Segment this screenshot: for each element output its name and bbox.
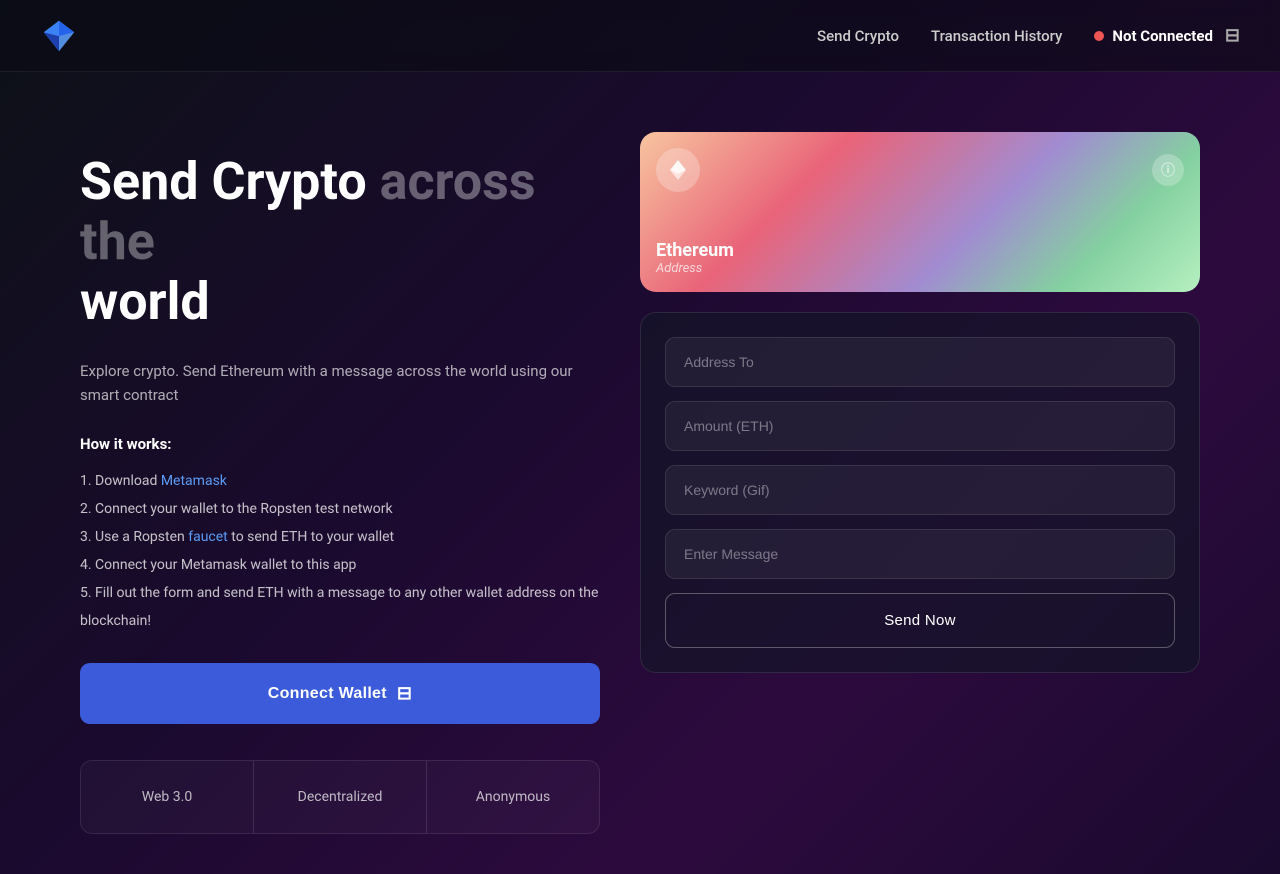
info-badge: ⓘ	[1152, 154, 1184, 186]
navbar: Send Crypto Transaction History Not Conn…	[0, 0, 1280, 72]
list-item: 4. Connect your Metamask wallet to this …	[80, 551, 600, 579]
feature-web3: Web 3.0	[81, 761, 254, 833]
faucet-link[interactable]: faucet	[188, 529, 228, 545]
wallet-card-bottom: Ethereum Address	[656, 240, 734, 276]
feature-cards: Web 3.0 Decentralized Anonymous	[80, 760, 600, 834]
nav-status: Not Connected ⊟	[1094, 25, 1240, 46]
wallet-card: ⓘ Ethereum Address	[640, 132, 1200, 292]
wallet-icon: ⊟	[1225, 25, 1240, 46]
wallet-eth-address: Address	[656, 261, 734, 276]
left-column: Send Crypto across the world Explore cry…	[80, 132, 640, 834]
hero-title: Send Crypto across the world	[80, 152, 600, 331]
nav-send-crypto[interactable]: Send Crypto	[817, 27, 899, 45]
eth-logo-icon	[666, 158, 690, 182]
send-now-button[interactable]: Send Now	[665, 593, 1175, 648]
right-column: ⓘ Ethereum Address Send Now	[640, 132, 1200, 834]
list-item: 2. Connect your wallet to the Ropsten te…	[80, 495, 600, 523]
amount-eth-input[interactable]	[665, 401, 1175, 451]
wallet-card-top: ⓘ	[656, 148, 1184, 192]
eth-badge	[656, 148, 700, 192]
hero-title-end: world	[80, 271, 210, 332]
nav-links: Send Crypto Transaction History Not Conn…	[817, 25, 1240, 46]
status-label: Not Connected	[1112, 27, 1213, 45]
connect-wallet-label: Connect Wallet	[268, 685, 387, 703]
connect-wallet-button[interactable]: Connect Wallet ⊟	[80, 663, 600, 724]
logo-icon	[40, 17, 78, 55]
hero-title-main: Send Crypto	[80, 151, 367, 212]
logo	[40, 17, 78, 55]
address-to-input[interactable]	[665, 337, 1175, 387]
enter-message-input[interactable]	[665, 529, 1175, 579]
metamask-link[interactable]: Metamask	[161, 473, 227, 489]
send-form-panel: Send Now	[640, 312, 1200, 673]
list-item: 5. Fill out the form and send ETH with a…	[80, 579, 600, 635]
feature-decentralized: Decentralized	[254, 761, 427, 833]
info-icon: ⓘ	[1161, 160, 1175, 180]
wallet-eth-name: Ethereum	[656, 240, 734, 261]
status-dot	[1094, 31, 1104, 41]
nav-transaction-history[interactable]: Transaction History	[931, 27, 1062, 45]
list-item: 3. Use a Ropsten faucet to send ETH to y…	[80, 523, 600, 551]
feature-anonymous: Anonymous	[427, 761, 599, 833]
main-content: Send Crypto across the world Explore cry…	[0, 72, 1280, 874]
how-it-works-title: How it works:	[80, 435, 600, 453]
list-item: 1. Download Metamask	[80, 467, 600, 495]
keyword-gif-input[interactable]	[665, 465, 1175, 515]
send-now-label: Send Now	[884, 612, 956, 629]
connect-wallet-icon: ⊟	[397, 683, 412, 704]
how-it-works-list: 1. Download Metamask 2. Connect your wal…	[80, 467, 600, 635]
hero-description: Explore crypto. Send Ethereum with a mes…	[80, 359, 600, 407]
